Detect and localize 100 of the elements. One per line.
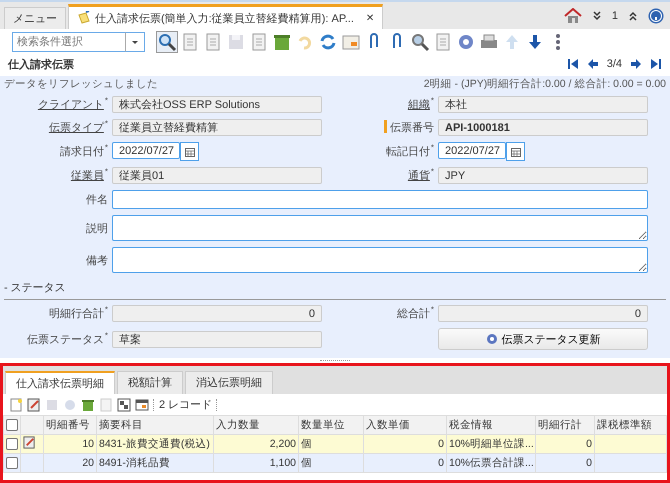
column-header[interactable]: 入数単価 <box>364 416 446 434</box>
required-asterisk: * <box>430 168 434 176</box>
new-document-icon[interactable] <box>9 398 23 412</box>
record-position: 3/4 <box>606 58 622 70</box>
window-tab[interactable]: 仕入請求伝票(簡単入力:従業員立替経費精算用): AP... ✕ <box>68 4 384 29</box>
field-label[interactable]: 従業員 <box>70 168 104 183</box>
read-only-field: 0 <box>438 305 648 322</box>
column-header[interactable]: 税金情報 <box>446 416 536 434</box>
dropdown-button[interactable] <box>126 32 145 52</box>
table-cell: 個 <box>301 438 312 450</box>
table-cell: 10 <box>82 438 94 450</box>
edit-icon[interactable] <box>27 398 41 412</box>
field-label[interactable]: 伝票タイプ <box>48 120 104 135</box>
table-cell: 0 <box>438 438 444 450</box>
totals-summary: 2明細 - (JPY)明細行合計:0.00 / 総合計: 0.00 = 0.00 <box>424 77 666 91</box>
grid-icon[interactable] <box>117 398 131 412</box>
required-asterisk: * <box>104 332 108 340</box>
read-only-field: 0 <box>112 305 322 322</box>
required-asterisk: * <box>104 168 108 176</box>
table-cell: 0 <box>438 457 444 469</box>
read-only-field: 本社 <box>438 96 648 113</box>
field-label: 総合計 <box>396 306 430 321</box>
date-field[interactable]: 2022/07/27 <box>112 142 180 159</box>
row-checkbox[interactable] <box>6 457 18 470</box>
detail-tab[interactable]: 仕入請求伝票明細 <box>5 371 115 394</box>
record-count: 2 レコード <box>159 398 212 412</box>
text-area[interactable] <box>112 247 648 273</box>
read-only-field: 従業員立替経費精算 <box>112 119 322 136</box>
field-label: 伝票ステータス <box>26 332 104 346</box>
required-asterisk: * <box>104 144 108 152</box>
table-cell: 10%伝票合計課... <box>449 457 534 469</box>
required-asterisk: * <box>104 306 108 314</box>
table-cell: 20 <box>82 457 94 469</box>
field-label[interactable]: 通貨 <box>408 168 430 183</box>
read-only-field: 従業員01 <box>112 167 322 184</box>
window-title: 仕入請求伝票 <box>8 58 74 72</box>
edit-icon[interactable] <box>23 436 36 449</box>
next-record-icon[interactable] <box>630 58 642 70</box>
select-all-checkbox[interactable] <box>6 419 18 432</box>
table-cell: 10%明細単位課... <box>449 438 534 450</box>
column-header[interactable]: 数量単位 <box>298 416 364 434</box>
column-header[interactable]: 明細番号 <box>44 416 96 434</box>
gear-icon <box>486 333 498 345</box>
column-header[interactable]: 入力数量 <box>214 416 298 434</box>
calendar-button[interactable] <box>180 142 199 161</box>
notification-count: 1 <box>612 10 618 22</box>
field-label[interactable]: 組織 <box>408 97 430 112</box>
required-asterisk: * <box>104 120 108 128</box>
table-cell: 1,100 <box>270 457 296 469</box>
date-field[interactable]: 2022/07/27 <box>438 142 506 159</box>
text-area[interactable] <box>112 215 648 241</box>
field-label: 明細行合計 <box>48 306 104 321</box>
table-cell: 8491-消耗品費 <box>99 457 170 469</box>
field-label: 備考 <box>86 254 108 268</box>
column-header[interactable]: 明細行計 <box>536 416 594 434</box>
row-checkbox[interactable] <box>6 438 18 450</box>
required-asterisk: * <box>104 97 108 105</box>
required-asterisk: * <box>430 144 434 152</box>
field-label: 伝票番号 <box>390 120 434 135</box>
close-icon[interactable]: ✕ <box>366 12 374 24</box>
refresh-icon[interactable] <box>318 32 338 52</box>
calendar-icon <box>184 146 194 156</box>
chevrons-up-icon[interactable] <box>628 11 638 21</box>
column-header[interactable]: 摘要科目 <box>96 416 214 434</box>
read-only-field: 株式会社OSS ERP Solutions <box>112 96 322 113</box>
splitter-handle[interactable] <box>320 360 350 364</box>
section-header[interactable]: - ステータス <box>4 280 666 295</box>
field-label: 説明 <box>86 222 108 236</box>
search-icon[interactable] <box>157 32 177 52</box>
calendar-icon <box>510 146 520 156</box>
detail-tab[interactable]: 税額計算 <box>117 371 183 394</box>
note-icon <box>77 11 91 25</box>
table-cell: 8431-旅費交通費(税込) <box>99 438 210 450</box>
input-field[interactable] <box>112 190 648 209</box>
first-record-icon[interactable] <box>566 58 579 70</box>
field-label[interactable]: クライアント <box>38 97 104 112</box>
chevrons-down-icon[interactable] <box>592 11 602 21</box>
window-icon[interactable] <box>135 398 149 412</box>
status-update-button[interactable]: 伝票ステータス更新 <box>438 328 648 350</box>
table-cell: 個 <box>301 457 312 469</box>
detail-tab[interactable]: 消込伝票明細 <box>185 371 273 394</box>
required-asterisk: * <box>430 97 434 105</box>
home-icon[interactable] <box>564 8 582 24</box>
delete-icon[interactable] <box>81 398 95 412</box>
table-cell: 0 <box>586 457 592 469</box>
field-label: 請求日付 <box>60 145 104 159</box>
calendar-button[interactable] <box>506 142 525 161</box>
column-header[interactable]: 課税標準額 <box>594 416 666 434</box>
last-record-icon[interactable] <box>650 58 662 70</box>
table-cell: 2,200 <box>270 438 296 450</box>
search-combo[interactable]: 検索条件選択 <box>12 32 126 52</box>
status-message: データをリフレッシュしました <box>4 77 158 91</box>
table-cell: 0 <box>586 438 592 450</box>
read-only-field: JPY <box>438 167 648 184</box>
read-only-field: 草案 <box>112 330 322 348</box>
read-only-field: API-1000181 <box>438 119 648 136</box>
window-tab[interactable]: メニュー <box>4 7 66 29</box>
previous-record-icon[interactable] <box>586 58 599 70</box>
zoom-icon[interactable] <box>410 32 430 52</box>
field-label: 件名 <box>86 193 108 207</box>
